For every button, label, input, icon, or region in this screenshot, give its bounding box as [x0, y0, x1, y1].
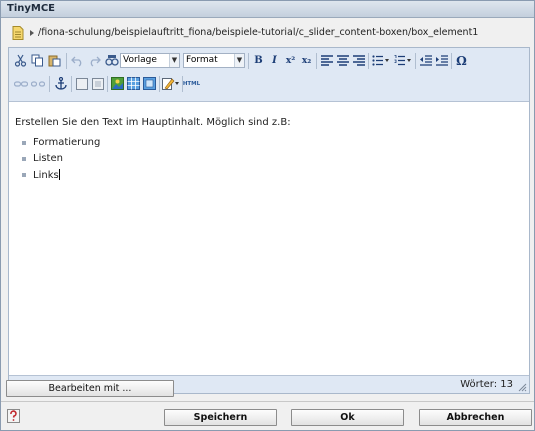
align-left-icon[interactable]: [318, 52, 335, 69]
html-source-button[interactable]: HTML: [183, 75, 200, 92]
search-replace-icon[interactable]: [103, 52, 120, 69]
outdent-icon[interactable]: [417, 52, 434, 69]
resize-handle-icon[interactable]: [518, 383, 527, 392]
list-item: Links: [21, 169, 523, 181]
help-icon[interactable]: [7, 409, 20, 423]
toolbar-separator: [415, 53, 416, 69]
edit-with-button[interactable]: Bearbeiten mit ...: [6, 380, 174, 397]
path-bar: /fiona-schulung/beispielauftritt_fiona/b…: [6, 21, 530, 47]
bold-button[interactable]: B: [250, 52, 267, 69]
undo-icon[interactable]: [69, 52, 86, 69]
list-item: Formatierung: [21, 137, 523, 148]
paste-icon[interactable]: [46, 52, 63, 69]
copy-icon[interactable]: [29, 52, 46, 69]
superscript-button[interactable]: x²: [282, 52, 299, 69]
document-icon: [12, 26, 24, 40]
toolbar-separator: [71, 76, 72, 92]
italic-button[interactable]: I: [266, 52, 283, 69]
editor: Vorlage ▼ Format ▼ B I x² x₂ Ω HTML Erst…: [8, 47, 530, 394]
ok-button[interactable]: Ok: [291, 409, 404, 426]
format-select-value: Format: [186, 55, 218, 65]
anchor-icon[interactable]: [52, 75, 69, 92]
toolbar-separator: [368, 53, 369, 69]
toolbar-separator: [451, 53, 452, 69]
chevron-down-icon: ▼: [234, 54, 244, 67]
text-cursor: [58, 169, 60, 180]
image-icon[interactable]: [73, 75, 90, 92]
toolbar-separator: [107, 76, 108, 92]
numbered-list-icon[interactable]: [392, 52, 414, 69]
content-area: /fiona-schulung/beispielauftritt_fiona/b…: [6, 21, 530, 394]
editor-toolbar: Vorlage ▼ Format ▼ B I x² x₂ Ω HTML: [9, 48, 529, 102]
window-title: TinyMCE: [7, 3, 56, 14]
document-path: /fiona-schulung/beispielauftritt_fiona/b…: [38, 27, 479, 38]
link-icon[interactable]: [12, 75, 29, 92]
style-select-value: Vorlage: [123, 55, 157, 65]
toolbar-separator: [248, 53, 249, 69]
cut-icon[interactable]: [12, 52, 29, 69]
list-item: Listen: [21, 153, 523, 164]
style-select[interactable]: Vorlage ▼: [120, 53, 180, 68]
insert-layer-icon[interactable]: [141, 75, 158, 92]
indent-icon[interactable]: [433, 52, 450, 69]
subscript-button[interactable]: x₂: [298, 52, 315, 69]
intro-paragraph: Erstellen Sie den Text im Hauptinhalt. M…: [15, 117, 291, 128]
path-arrow-icon: [30, 30, 34, 36]
tinymce-dialog: TinyMCE /fiona-schulung/beispielauftritt…: [0, 0, 535, 431]
toolbar-separator: [316, 53, 317, 69]
title-bar[interactable]: TinyMCE: [1, 1, 534, 18]
special-character-button[interactable]: Ω: [453, 52, 470, 69]
align-center-icon[interactable]: [334, 52, 351, 69]
word-count: Wörter: 13: [460, 379, 513, 390]
toolbar-separator: [66, 53, 67, 69]
redo-icon[interactable]: [86, 52, 103, 69]
bullet-list-icon[interactable]: [370, 52, 392, 69]
chevron-down-icon: ▼: [169, 54, 179, 67]
cancel-button[interactable]: Abbrechen: [419, 409, 532, 426]
editor-content[interactable]: Erstellen Sie den Text im Hauptinhalt. M…: [9, 103, 529, 373]
align-right-icon[interactable]: [350, 52, 367, 69]
bullet-list: Formatierung Listen Links: [15, 137, 523, 181]
toolbar-separator: [49, 76, 50, 92]
toolbar-separator: [159, 76, 160, 92]
footer-divider: [1, 401, 534, 402]
media-icon[interactable]: [89, 75, 106, 92]
format-select[interactable]: Format ▼: [183, 53, 245, 68]
list-item-label: Links: [33, 170, 59, 181]
edit-template-icon[interactable]: [161, 75, 181, 92]
insert-table-icon[interactable]: [125, 75, 142, 92]
unlink-icon[interactable]: [29, 75, 46, 92]
insert-image-icon[interactable]: [109, 75, 126, 92]
save-button[interactable]: Speichern: [164, 409, 277, 426]
